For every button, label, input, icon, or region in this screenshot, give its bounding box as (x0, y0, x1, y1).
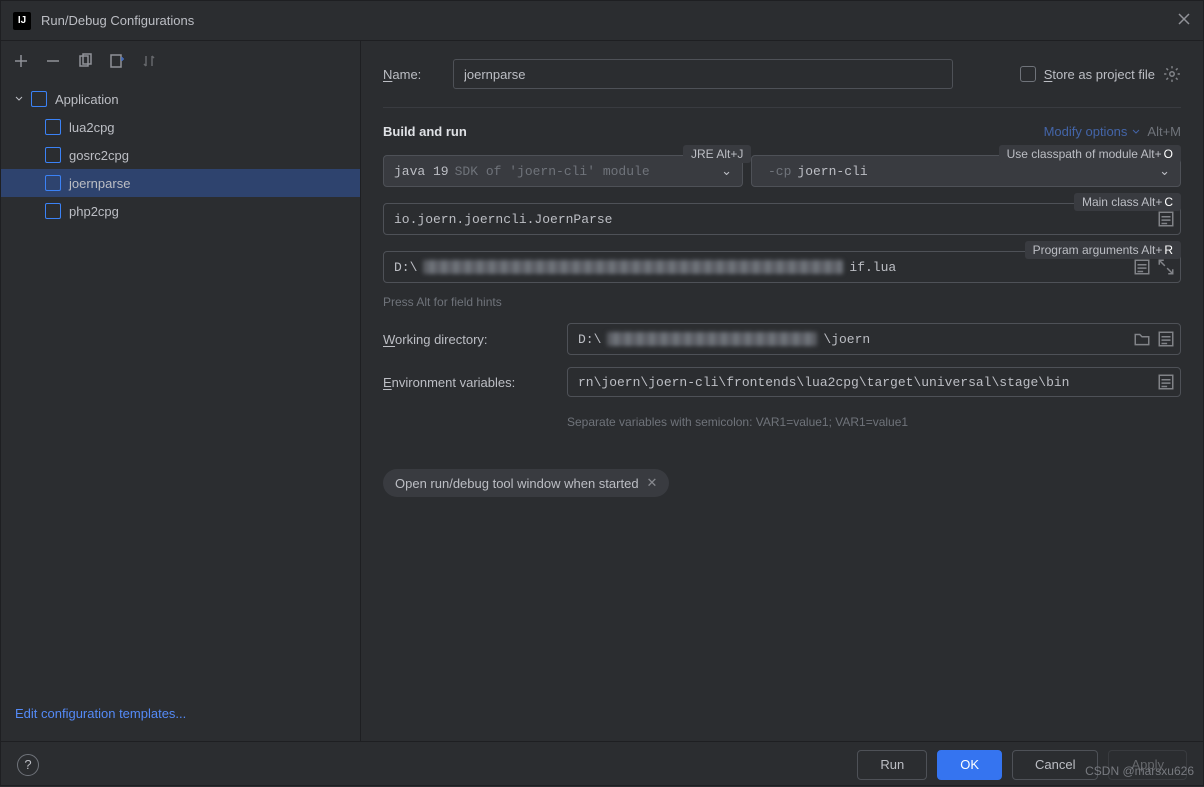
build-run-title: Build and run (383, 124, 467, 139)
modify-options-link[interactable]: Modify options (1044, 124, 1142, 139)
working-dir-label: Working directory: (383, 332, 553, 347)
run-button[interactable]: Run (857, 750, 927, 780)
tree-group-label: Application (55, 92, 119, 107)
name-input[interactable] (453, 59, 953, 89)
redacted-text (607, 332, 817, 346)
remove-icon[interactable] (45, 53, 61, 69)
classpath-hint-badge: Use classpath of module Alt+O (999, 145, 1181, 163)
store-checkbox[interactable] (1020, 66, 1036, 82)
add-icon[interactable] (13, 53, 29, 69)
save-template-icon[interactable] (109, 53, 125, 69)
name-label: Name: (383, 67, 439, 82)
tree-item-label: php2cpg (69, 204, 119, 219)
application-icon (31, 91, 47, 107)
cancel-button[interactable]: Cancel (1012, 750, 1098, 780)
tree-item-label: lua2cpg (69, 120, 115, 135)
list-icon[interactable] (1133, 258, 1151, 276)
jre-hint-badge: JRE Alt+J (683, 145, 751, 163)
chip-label: Open run/debug tool window when started (395, 476, 639, 491)
main-class-hint-badge: Main class Alt+C (1074, 193, 1181, 211)
list-icon[interactable] (1157, 210, 1175, 228)
application-icon (45, 203, 61, 219)
apply-button[interactable]: Apply (1108, 750, 1187, 780)
list-icon[interactable] (1157, 330, 1175, 348)
app-icon: IJ (13, 12, 31, 30)
working-dir-input[interactable]: D:\ \joern (567, 323, 1181, 355)
tree-group-application[interactable]: Application (1, 85, 360, 113)
close-icon[interactable]: ✕ (647, 475, 658, 491)
redacted-text (423, 260, 843, 274)
edit-templates-link[interactable]: Edit configuration templates... (15, 706, 186, 721)
list-icon[interactable] (1157, 373, 1175, 391)
close-icon[interactable] (1177, 12, 1191, 29)
sidebar: Application lua2cpg gosrc2cpg joernparse… (1, 41, 361, 741)
tree-item-label: gosrc2cpg (69, 148, 129, 163)
gear-icon[interactable] (1163, 65, 1181, 83)
window-title: Run/Debug Configurations (41, 13, 194, 28)
tree-item-php2cpg[interactable]: php2cpg (1, 197, 360, 225)
sort-icon[interactable] (141, 53, 157, 69)
tree-item-joernparse[interactable]: joernparse (1, 169, 360, 197)
args-hint-badge: Program arguments Alt+R (1025, 241, 1181, 259)
tree-item-label: joernparse (69, 176, 130, 191)
env-help-text: Separate variables with semicolon: VAR1=… (567, 415, 1181, 429)
ok-button[interactable]: OK (937, 750, 1002, 780)
store-label: Store as project file (1044, 67, 1155, 82)
copy-icon[interactable] (77, 53, 93, 69)
chevron-down-icon: ⌄ (721, 164, 732, 179)
option-chip[interactable]: Open run/debug tool window when started … (383, 469, 669, 497)
application-icon (45, 147, 61, 163)
chevron-down-icon (13, 93, 25, 105)
toolbar (1, 41, 360, 81)
help-button[interactable]: ? (17, 754, 39, 776)
chevron-down-icon: ⌄ (1159, 164, 1170, 179)
alt-hint-text: Press Alt for field hints (383, 295, 1181, 309)
env-label: Environment variables: (383, 375, 553, 390)
env-input[interactable] (567, 367, 1181, 397)
modify-kbd: Alt+M (1147, 124, 1181, 139)
application-icon (45, 175, 61, 191)
tree-item-gosrc2cpg[interactable]: gosrc2cpg (1, 141, 360, 169)
folder-icon[interactable] (1133, 330, 1151, 348)
main-panel: Name: Store as project file Build and ru… (361, 41, 1203, 741)
application-icon (45, 119, 61, 135)
tree-item-lua2cpg[interactable]: lua2cpg (1, 113, 360, 141)
config-tree: Application lua2cpg gosrc2cpg joernparse… (1, 81, 360, 694)
expand-icon[interactable] (1157, 258, 1175, 276)
